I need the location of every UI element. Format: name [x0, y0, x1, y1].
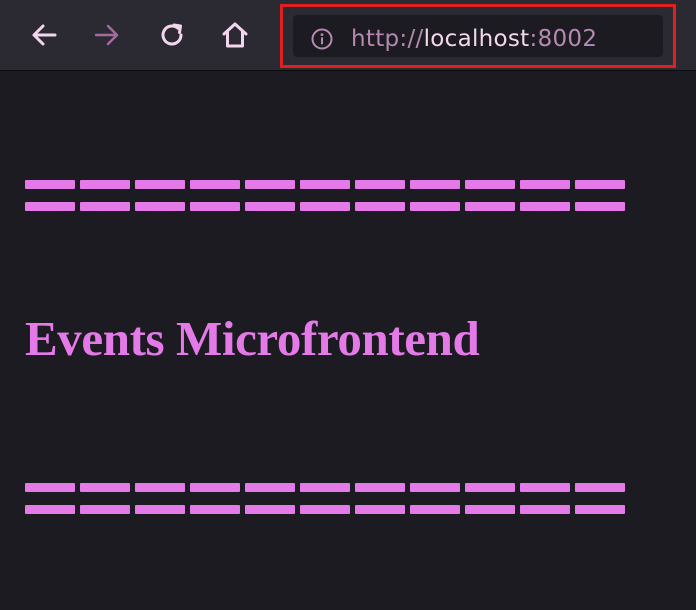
page-content: =========== Events Microfrontend =======… [0, 71, 696, 610]
equals-bar-segment [25, 202, 75, 211]
equals-bar-segment [300, 180, 350, 189]
equals-bar-segment [135, 483, 185, 492]
equals-bar-segment [465, 180, 515, 189]
equals-bar-segment [190, 483, 240, 492]
equals-bar-segment [190, 505, 240, 514]
equals-bar-segment [575, 202, 625, 211]
equals-bar-segment [410, 483, 460, 492]
equals-bar-segment [25, 483, 75, 492]
browser-toolbar: http://localhost:8002 [0, 0, 696, 71]
equals-bar-segment [410, 505, 460, 514]
equals-bar-segment [80, 483, 130, 492]
address-bar[interactable]: http://localhost:8002 [293, 15, 663, 57]
url-text[interactable]: http://localhost:8002 [351, 26, 597, 52]
equals-bar-segment [300, 202, 350, 211]
back-button[interactable] [24, 13, 64, 57]
bottom-divider: =========== [25, 482, 625, 516]
equals-bar-segment [190, 180, 240, 189]
home-button[interactable] [215, 13, 255, 57]
url-host: localhost [423, 26, 530, 52]
url-scheme: http:// [351, 26, 424, 52]
equals-bar-segment [465, 505, 515, 514]
address-bar-highlight: http://localhost:8002 [280, 4, 676, 68]
home-icon [222, 22, 248, 48]
equals-bar-segment [520, 483, 570, 492]
equals-bar-segment [465, 483, 515, 492]
equals-bar-segment [575, 483, 625, 492]
equals-bar-segment [355, 483, 405, 492]
equals-bar-segment [410, 180, 460, 189]
bottom-divider-upper-row [25, 483, 625, 492]
equals-bar-segment [135, 202, 185, 211]
info-icon[interactable] [311, 28, 333, 54]
equals-bar-segment [355, 505, 405, 514]
equals-bar-segment [245, 180, 295, 189]
forward-button[interactable] [87, 13, 127, 57]
equals-bar-segment [520, 202, 570, 211]
equals-bar-segment [300, 483, 350, 492]
url-port: :8002 [529, 26, 598, 52]
equals-bar-segment [355, 202, 405, 211]
top-divider: =========== [25, 179, 625, 213]
equals-bar-segment [520, 505, 570, 514]
equals-bar-segment [80, 180, 130, 189]
equals-bar-segment [465, 202, 515, 211]
equals-bar-segment [25, 180, 75, 189]
reload-icon [161, 23, 183, 46]
bottom-divider-lower-row [25, 505, 625, 514]
equals-bar-segment [245, 483, 295, 492]
equals-bar-segment [410, 202, 460, 211]
page-title: Events Microfrontend [25, 311, 480, 366]
equals-bar-segment [135, 505, 185, 514]
equals-bar-segment [575, 505, 625, 514]
arrow-left-icon [32, 24, 57, 46]
equals-bar-segment [245, 202, 295, 211]
equals-bar-segment [25, 505, 75, 514]
reload-button[interactable] [152, 13, 192, 57]
equals-bar-segment [355, 180, 405, 189]
equals-bar-segment [575, 180, 625, 189]
equals-bar-segment [300, 505, 350, 514]
top-divider-upper-row [25, 180, 625, 189]
top-divider-lower-row [25, 202, 625, 211]
equals-bar-segment [245, 505, 295, 514]
equals-bar-segment [135, 180, 185, 189]
equals-bar-segment [80, 202, 130, 211]
equals-bar-segment [190, 202, 240, 211]
arrow-right-icon [94, 24, 119, 46]
equals-bar-segment [80, 505, 130, 514]
equals-bar-segment [520, 180, 570, 189]
